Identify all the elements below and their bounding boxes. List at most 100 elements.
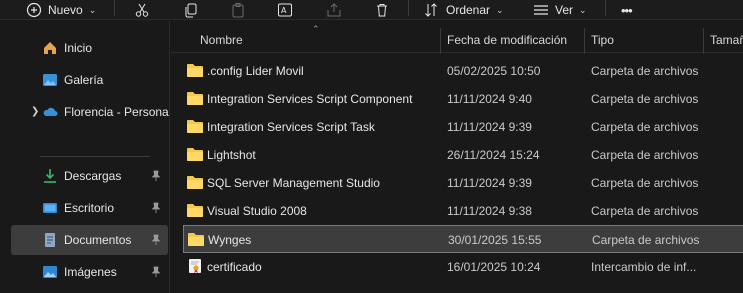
folder-icon [187,92,203,105]
rename-button[interactable]: A [277,0,293,20]
file-date: 26/11/2024 15:24 [447,148,540,162]
table-row[interactable]: .config Lider Movil 05/02/2025 10:50 Car… [183,57,743,85]
pin-icon[interactable] [150,170,162,182]
column-divider[interactable] [703,28,704,54]
sidebar-item-label: Imágenes [64,265,117,279]
file-date: 11/11/2024 9:39 [447,120,532,134]
table-row[interactable]: Integration Services Script Component 11… [183,85,743,113]
sidebar-item-label: Documentos [64,233,132,247]
sidebar-item-descargas[interactable]: Descargas [11,161,168,191]
cut-button[interactable] [134,0,150,20]
file-date: 30/01/2025 15:55 [448,233,542,247]
onedrive-icon [43,107,58,116]
rename-icon: A [278,3,292,17]
share-icon [327,3,341,17]
cut-icon [135,3,149,17]
file-date: 16/01/2025 10:24 [447,260,541,274]
chevron-down-icon: ⌄ [88,4,97,15]
sidebar-item-onedrive[interactable]: ❯ Florencia - Persona [11,97,169,127]
view-label: Ver [555,3,574,17]
sidebar-item-documentos[interactable]: Documentos [11,225,168,255]
toolbar-divider [605,0,606,16]
file-date: 11/11/2024 9:39 [447,176,532,190]
file-date: 11/11/2024 9:40 [447,92,532,106]
table-row[interactable]: certificado 16/01/2025 10:24 Intercambio… [183,253,743,281]
delete-icon [377,4,387,17]
file-type: Carpeta de archivos [591,92,699,106]
file-name: .config Lider Movil [207,64,304,78]
sort-button[interactable]: Ordenar ⌄ [424,0,504,20]
gallery-icon [43,74,57,86]
pin-icon[interactable] [150,234,162,246]
file-name: Integration Services Script Task [207,120,375,134]
file-name: Integration Services Script Component [207,92,413,106]
view-button[interactable]: Ver ⌄ [533,0,587,20]
sidebar-item-label: Descargas [64,169,122,183]
plus-circle-icon [26,2,42,18]
sidebar-item-inicio[interactable]: Inicio [11,33,168,63]
sidebar-item-label: Florencia - Persona [64,105,169,119]
file-date: 05/02/2025 10:50 [447,64,541,78]
new-label: Nuevo [48,3,83,17]
sidebar-item-label: Escritorio [64,201,115,215]
new-button[interactable]: Nuevo ⌄ [26,0,96,20]
sort-icon [425,3,437,17]
sidebar-divider [40,156,150,157]
paste-icon [232,3,244,18]
table-row[interactable]: Integration Services Script Task 11/11/2… [183,113,743,141]
svg-text:A: A [281,6,287,15]
chevron-down-icon: ⌄ [579,4,587,15]
folder-icon [187,204,203,217]
folder-icon [187,120,203,133]
file-name: Lightshot [207,148,256,162]
copy-icon [185,3,197,18]
column-header-row: ⌃ Nombre Fecha de modificación Tipo Tama… [171,21,743,54]
column-header-type[interactable]: Tipo [591,33,614,47]
copy-button[interactable] [183,0,199,20]
file-name: Visual Studio 2008 [207,204,307,218]
sidebar-item-galeria[interactable]: Galería [11,65,168,95]
file-type: Carpeta de archivos [591,204,699,218]
home-icon [44,42,56,54]
column-header-size[interactable]: Tamaño [710,33,743,47]
navigation-pane: Inicio Galería ❯ Florencia - Persona Des… [0,21,170,293]
file-type: Carpeta de archivos [591,120,699,134]
toolbar-divider [408,0,409,16]
sidebar-item-imagenes[interactable]: Imágenes [11,257,168,287]
column-header-date[interactable]: Fecha de modificación [447,33,567,47]
table-row[interactable]: SQL Server Management Studio 11/11/2024 … [183,169,743,197]
command-bar: Nuevo ⌄ A Ordenar ⌄ Ver ⌄ ••• [0,0,743,20]
folder-icon [187,148,203,161]
column-divider[interactable] [440,28,441,54]
folder-icon [188,233,204,246]
chevron-right-icon[interactable]: ❯ [31,106,39,117]
column-header-name[interactable]: Nombre [200,33,243,47]
desktop-icon [43,203,57,213]
table-row-selected[interactable]: Wynges 30/01/2025 15:55 Carpeta de archi… [183,225,743,253]
pin-icon[interactable] [150,266,162,278]
sidebar-item-label: Galería [64,73,104,87]
sort-label: Ordenar [446,3,491,17]
table-row[interactable]: Lightshot 26/11/2024 15:24 Carpeta de ar… [183,141,743,169]
folder-icon [187,176,203,189]
table-row[interactable]: Visual Studio 2008 11/11/2024 9:38 Carpe… [183,197,743,225]
share-button[interactable] [326,0,342,20]
file-date: 11/11/2024 9:38 [447,204,532,218]
sort-ascending-icon: ⌃ [312,24,320,34]
documents-icon [45,233,55,247]
more-icon: ••• [621,2,633,18]
more-button[interactable]: ••• [621,0,633,20]
file-type: Carpeta de archivos [591,148,699,162]
file-name: Wynges [208,233,252,247]
sidebar-item-label: Inicio [64,41,93,55]
pin-icon[interactable] [150,202,162,214]
sidebar-item-escritorio[interactable]: Escritorio [11,193,168,223]
file-name: certificado [207,260,262,274]
delete-button[interactable] [374,0,390,20]
file-type: Carpeta de archivos [591,176,699,190]
column-divider[interactable] [584,28,585,54]
file-type: Carpeta de archivos [591,64,699,78]
paste-button[interactable] [230,0,246,20]
certificate-icon [189,259,201,273]
file-name: SQL Server Management Studio [207,176,380,190]
